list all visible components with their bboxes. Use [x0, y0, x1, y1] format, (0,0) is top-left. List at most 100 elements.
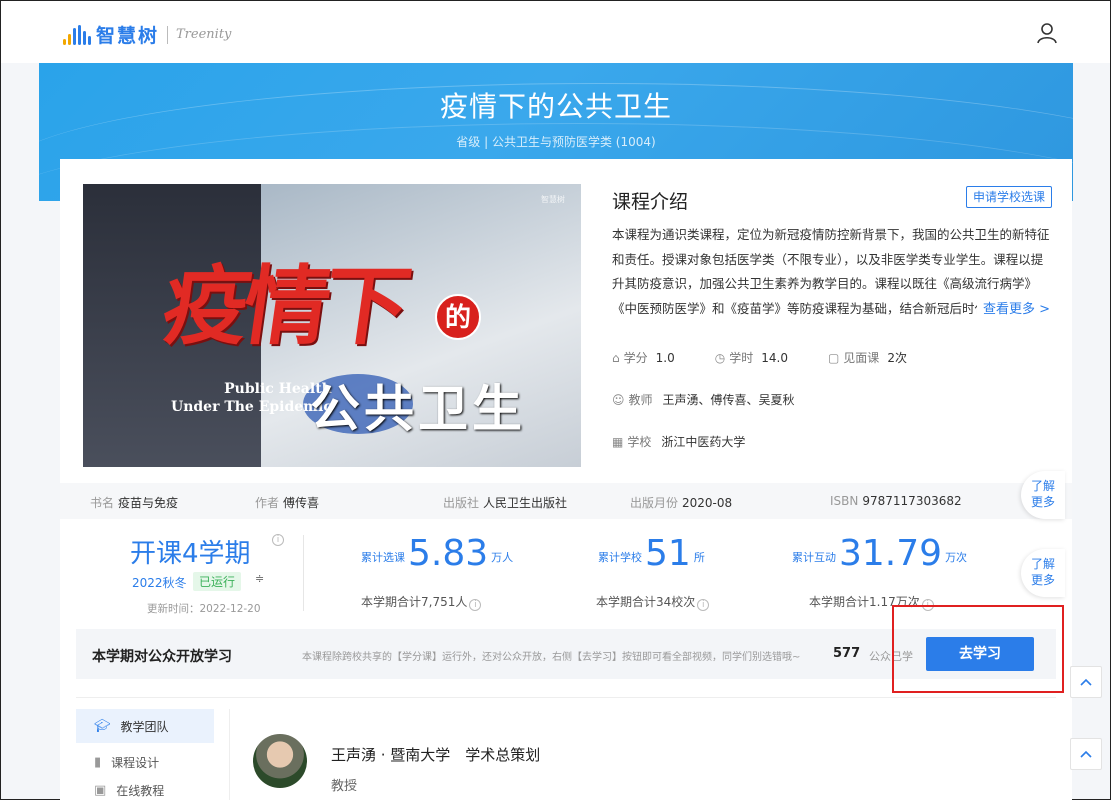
course-card: 智慧树 疫情下 的 Public Health Under The Epidem… [60, 159, 1072, 800]
teacher-title: 教授 [331, 779, 358, 794]
chevron-up-icon [1080, 678, 1092, 686]
chat-bubble-icon: ▢ [827, 350, 840, 365]
stat-schools-value: 51 [645, 533, 691, 574]
stat-schools-label: 累计学校 [598, 551, 642, 564]
user-icon[interactable] [1036, 22, 1058, 44]
meet-value: 2次 [887, 351, 907, 365]
side-nav: 🎓︎ 教学团队 ▮ 课程设计 ▣ 在线教程 [76, 709, 230, 800]
building-icon: ▦ [612, 434, 624, 449]
top-bar: 智慧树 Treenity [1, 1, 1110, 63]
updated-time: 更新时间：2022-12-20 [147, 603, 261, 615]
teachers-row: ☺ 教师 王声湧、傅传喜、吴夏秋 [612, 391, 795, 408]
logo-bars-icon [63, 24, 91, 45]
teacher-label: 教师 [628, 393, 653, 407]
logo-text: 智慧树 [96, 25, 160, 47]
book-publisher-label: 出版社 [443, 496, 480, 510]
nav-item-course-design[interactable]: ▮ 课程设计 [76, 745, 214, 779]
avatar[interactable] [253, 734, 307, 788]
apply-school-button[interactable]: 申请学校选课 [965, 186, 1052, 208]
stat-interact: 累计互动31.79 万次 [792, 533, 967, 574]
stat-enroll: 累计选课5.83 万人 [361, 533, 513, 574]
school-row: ▦ 学校 浙江中医药大学 [612, 433, 745, 450]
stats-divider [303, 535, 304, 611]
sort-arrows-icon[interactable]: ≑ [255, 572, 264, 585]
credit-value: 1.0 [655, 350, 675, 365]
school-value: 浙江中医药大学 [661, 435, 746, 449]
stat-interact-value: 31.79 [839, 533, 943, 574]
float-label-1: 了解 [1030, 557, 1055, 571]
book-date-label: 出版月份 [630, 496, 679, 510]
book-isbn: ISBN 9787117303682 [830, 494, 962, 508]
stat-schools-sub-text: 本学期合计34校次 [596, 595, 696, 609]
stat-enroll-label: 累计选课 [361, 551, 405, 564]
credit-label: 学分 [623, 351, 648, 365]
cover-brand: 智慧树 [541, 195, 565, 204]
chevron-up-icon [1080, 750, 1092, 758]
hours-value: 14.0 [761, 350, 788, 365]
info-icon[interactable]: i [697, 599, 710, 611]
cover-title-text: 疫情下 [156, 256, 411, 357]
info-icon[interactable]: i [469, 599, 482, 611]
stat-schools-unit: 所 [693, 551, 705, 564]
float-label-2: 更多 [1030, 495, 1055, 509]
book-name-value: 疫苗与免疫 [118, 496, 179, 510]
school-label: 学校 [627, 435, 652, 449]
info-icon[interactable]: i [272, 534, 284, 546]
cover-en-line2: Under The Epidemic [171, 399, 332, 415]
stat-enroll-value: 5.83 [408, 533, 489, 574]
stat-enroll-unit: 万人 [491, 551, 514, 564]
book-publisher-value: 人民卫生出版社 [483, 496, 568, 510]
status-badge: 已运行 [193, 572, 242, 591]
meet-label: 见面课 [843, 351, 880, 365]
nav-item-label: 课程设计 [111, 755, 160, 770]
float-label-1: 了解 [1030, 479, 1055, 493]
credit-hours-row: ⌂ 学分 1.0 ◷ 学时 14.0 ▢ 见面课 2次 [612, 349, 907, 366]
stat-interact-unit: 万次 [945, 551, 968, 564]
learn-more-float-button[interactable]: 了解 更多 [1021, 549, 1065, 597]
book-author-value: 傅传喜 [283, 496, 320, 510]
book-author-label: 作者 [255, 496, 280, 510]
book-author: 作者 傅传喜 [255, 494, 319, 511]
logo-divider [167, 25, 169, 44]
nav-item-online-course[interactable]: ▣ 在线教程 [76, 779, 214, 800]
course-title: 疫情下的公共卫生 [439, 90, 672, 123]
stat-schools-sub: 本学期合计34校次 i [596, 593, 710, 611]
cover-english-title: Public Health Under The Epidemic [171, 380, 332, 416]
term-count: 开课4学期 [130, 539, 251, 569]
course-stats: 开课4学期 i 2022秋冬 已运行 ≑ 更新时间：2022-12-20 累计选… [60, 519, 1072, 615]
highlight-box [892, 605, 1064, 693]
stat-enroll-sub-text: 本学期合计7,751人 [361, 595, 468, 609]
user-group-icon: ☺ [612, 392, 625, 407]
intro-heading: 课程介绍 [612, 191, 689, 213]
section-divider [76, 697, 1056, 698]
scroll-top-button[interactable] [1070, 666, 1102, 698]
learn-more-float-button[interactable]: 了解 更多 [1021, 471, 1065, 519]
hours-label: 学时 [729, 351, 754, 365]
public-learning-desc: 本课程除跨校共享的【学分课】运行外，还对公众开放，右侧【去学习】按钮即可看全部视… [302, 652, 801, 663]
semester-selector[interactable]: 2022秋冬 [132, 574, 187, 591]
stat-schools: 累计学校51 所 [598, 533, 705, 574]
teacher-name: 王声湧 · 暨南大学 学术总策划 [331, 746, 541, 764]
nav-item-label: 教学团队 [120, 719, 169, 734]
nav-item-teaching-team[interactable]: 🎓︎ 教学团队 [76, 709, 214, 743]
logo-english: Treenity [176, 27, 232, 42]
cover-subtitle-text: 公共卫生 [310, 379, 526, 438]
course-cover-image[interactable]: 智慧树 疫情下 的 Public Health Under The Epidem… [83, 184, 581, 467]
graduation-cap-icon: ⌂ [612, 350, 620, 365]
stat-interact-label: 累计互动 [792, 551, 836, 564]
logo[interactable]: 智慧树 Treenity [63, 21, 231, 48]
book-publisher: 出版社 人民卫生出版社 [443, 494, 567, 511]
bookmark-icon: ▮ [94, 754, 102, 770]
public-learning-title: 本学期对公众开放学习 [92, 649, 232, 665]
nav-item-label: 在线教程 [116, 783, 165, 798]
graduation-cap-icon: 🎓︎ [94, 718, 111, 734]
book-isbn-label: ISBN [830, 494, 859, 508]
book-date-value: 2020-08 [682, 496, 733, 510]
scroll-top-button[interactable] [1070, 738, 1102, 770]
monitor-icon: ▣ [94, 782, 107, 798]
see-more-link[interactable]: 查看更多 > [977, 298, 1051, 317]
book-isbn-value: 9787117303682 [862, 494, 962, 508]
cover-en-line1: Public Health [224, 381, 332, 397]
book-name: 书名 疫苗与免疫 [90, 494, 178, 511]
public-count: 577 [833, 646, 861, 661]
